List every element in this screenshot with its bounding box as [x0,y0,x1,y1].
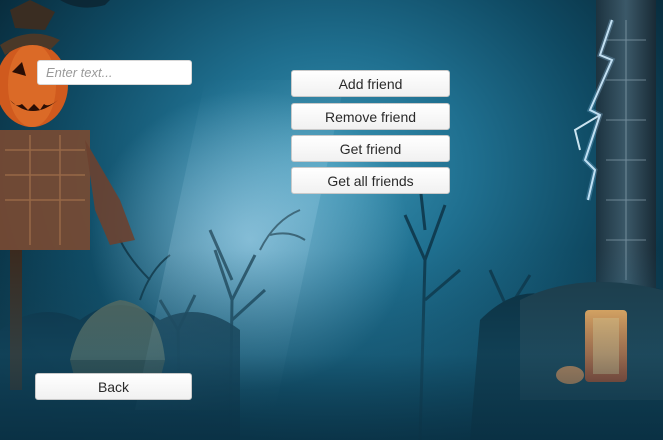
get-all-friends-button[interactable]: Get all friends [291,167,450,194]
text-input[interactable] [37,60,192,85]
game-screen: Add friend Remove friend Get friend Get … [0,0,663,440]
get-friend-button[interactable]: Get friend [291,135,450,162]
remove-friend-button[interactable]: Remove friend [291,103,450,130]
back-button[interactable]: Back [35,373,192,400]
fog-overlay [0,250,663,440]
add-friend-button[interactable]: Add friend [291,70,450,97]
